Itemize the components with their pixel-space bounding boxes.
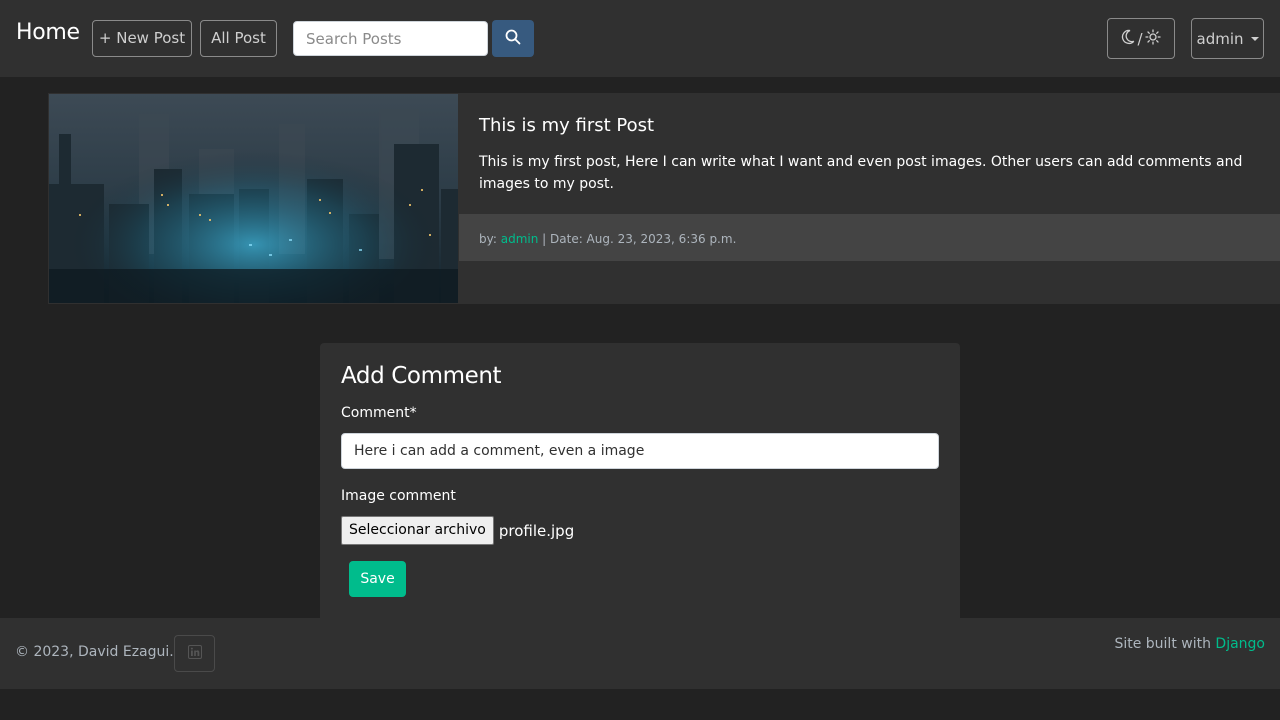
add-comment-title: Add Comment [341, 363, 502, 389]
linkedin-button[interactable] [174, 635, 215, 672]
sun-icon [1144, 28, 1161, 49]
search-button[interactable] [492, 20, 534, 57]
post-image [49, 94, 458, 303]
comment-input[interactable] [341, 433, 939, 469]
home-link[interactable]: Home [16, 20, 80, 45]
save-button[interactable]: Save [349, 561, 406, 597]
post-body: This is my first post, Here I can write … [479, 154, 1243, 192]
post-card: This is my first Post This is my first p… [48, 93, 1280, 304]
user-dropdown[interactable]: admin [1191, 18, 1264, 59]
linkedin-icon [187, 644, 202, 663]
theme-toggle-separator: / [1137, 29, 1143, 48]
user-dropdown-label: admin [1196, 29, 1244, 48]
new-post-button[interactable]: + New Post [92, 20, 192, 57]
built-with-text: Site built with Django [1114, 636, 1265, 652]
page-footer: © 2023, David Ezagui. Site built with Dj… [0, 618, 1280, 689]
image-comment-label: Image comment [341, 488, 456, 504]
copyright-text: © 2023, David Ezagui. [15, 644, 174, 660]
choose-file-button[interactable]: Seleccionar archivo [341, 516, 494, 545]
post-meta: by: admin | Date: Aug. 23, 2023, 6:36 p.… [459, 214, 1280, 261]
post-title[interactable]: This is my first Post [479, 115, 654, 136]
add-comment-form: Add Comment Comment* Image comment Selec… [320, 343, 960, 618]
selected-file-name: profile.jpg [498, 521, 575, 540]
comment-label: Comment* [341, 405, 417, 421]
all-post-button[interactable]: All Post [200, 20, 277, 57]
moon-icon [1121, 29, 1135, 49]
image-file-picker: Seleccionar archivo profile.jpg [341, 516, 574, 545]
post-by-label: by: [479, 232, 497, 246]
django-link[interactable]: Django [1215, 636, 1265, 652]
post-date: | Date: Aug. 23, 2023, 6:36 p.m. [542, 232, 737, 246]
top-navbar: Home + New Post All Post / [0, 0, 1280, 77]
search-icon [505, 29, 521, 48]
built-with-prefix: Site built with [1114, 636, 1211, 652]
caret-down-icon [1250, 36, 1259, 41]
post-author-link[interactable]: admin [501, 232, 539, 246]
search-input[interactable] [293, 21, 488, 56]
theme-toggle-button[interactable]: / [1107, 18, 1175, 59]
